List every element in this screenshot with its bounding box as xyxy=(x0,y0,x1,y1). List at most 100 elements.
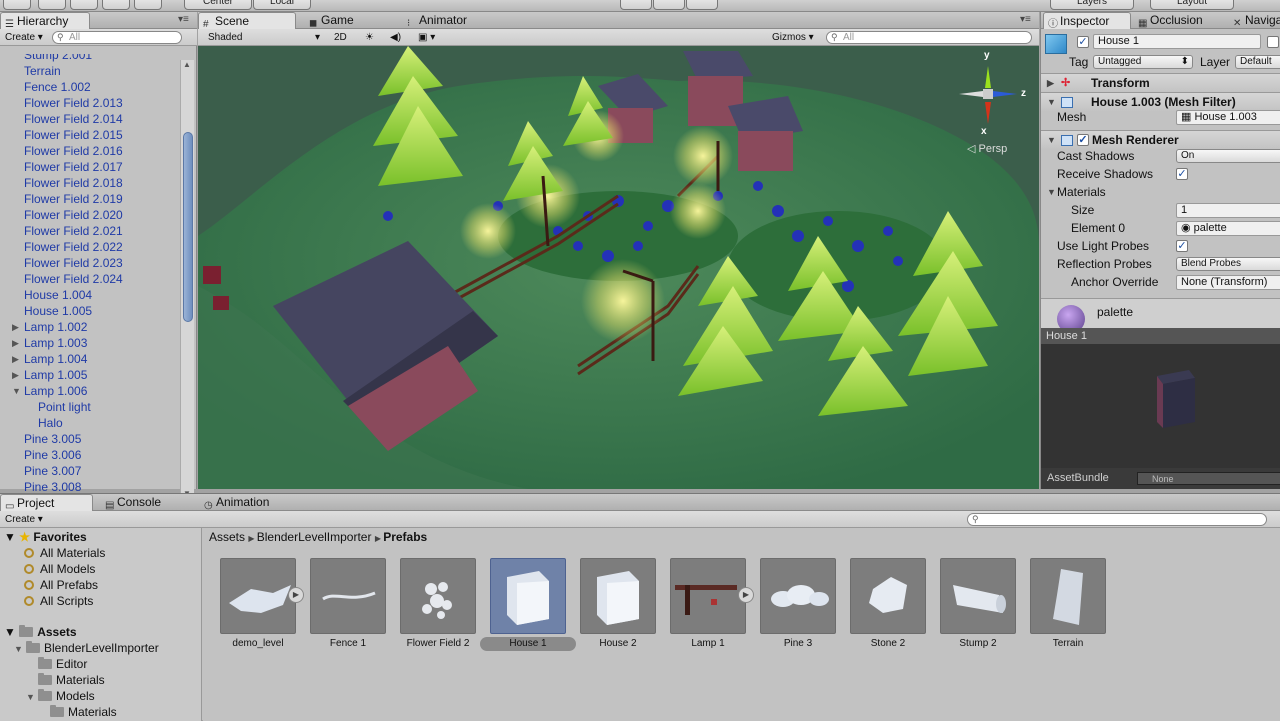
favorites-header[interactable]: ▼ ★ Favorites xyxy=(4,529,87,545)
hierarchy-item[interactable]: ▶ Lamp 1.005 xyxy=(12,367,87,383)
hierarchy-item[interactable]: Flower Field 2.024 xyxy=(24,271,123,287)
tab-inspector[interactable]: ⓘ Inspector xyxy=(1043,12,1131,30)
hierarchy-scrollbar[interactable]: ▲ ▼ xyxy=(180,60,194,498)
hierarchy-item[interactable]: Flower Field 2.013 xyxy=(24,95,123,111)
favorite-item[interactable]: All Prefabs xyxy=(24,577,98,593)
audio-toggle-icon[interactable]: ◀) xyxy=(390,31,401,44)
move-tool-button[interactable] xyxy=(38,0,66,10)
expand-arrow-icon[interactable]: ▶ xyxy=(12,319,19,335)
mesh-object-field[interactable]: ▦ House 1.003 xyxy=(1176,110,1280,125)
shading-mode-dropdown[interactable]: Shaded ▾ xyxy=(208,31,320,44)
hierarchy-item[interactable]: Flower Field 2.015 xyxy=(24,127,123,143)
2d-toggle[interactable]: 2D xyxy=(334,31,347,44)
favorite-item[interactable]: All Scripts xyxy=(24,593,93,609)
layers-dropdown[interactable]: Layers xyxy=(1050,0,1134,10)
collapse-arrow-icon[interactable]: ▼ xyxy=(12,383,21,399)
play-button[interactable] xyxy=(620,0,652,10)
folder-item[interactable]: Editor xyxy=(26,656,87,672)
folder-item[interactable]: ▼ BlenderLevelImporter xyxy=(14,640,159,656)
pause-button[interactable] xyxy=(653,0,685,10)
expand-subassets-icon[interactable]: ▶ xyxy=(288,587,304,603)
tab-console[interactable]: ▤ Console xyxy=(101,494,191,511)
scroll-up-icon[interactable]: ▲ xyxy=(183,60,191,69)
size-field[interactable]: 1 xyxy=(1176,203,1280,218)
projection-toggle[interactable]: ◁ Persp xyxy=(967,142,1007,155)
scale-tool-button[interactable] xyxy=(102,0,130,10)
hierarchy-item[interactable]: House 1.004 xyxy=(24,287,92,303)
tab-occlusion[interactable]: ▦ Occlusion xyxy=(1134,12,1229,29)
hierarchy-search-input[interactable]: ⚲ All xyxy=(52,31,182,44)
folder-item[interactable]: Materials xyxy=(38,704,117,720)
hierarchy-item[interactable]: Flower Field 2.021 xyxy=(24,223,123,239)
hierarchy-item[interactable]: Pine 3.006 xyxy=(24,447,81,463)
breadcrumb-current[interactable]: Prefabs xyxy=(383,530,427,544)
scrollbar-thumb[interactable] xyxy=(183,132,193,322)
tab-game[interactable]: ◼ Game xyxy=(305,12,385,29)
preview-pane[interactable]: House 1 xyxy=(1041,328,1280,477)
hierarchy-item[interactable]: Point light xyxy=(38,399,91,415)
asset-thumbnail-terrain-icon[interactable] xyxy=(1030,558,1106,634)
panel-menu-icon[interactable]: ▾≡ xyxy=(1020,14,1031,25)
hierarchy-item[interactable]: ▶ Lamp 1.002 xyxy=(12,319,87,335)
gizmos-dropdown[interactable]: Gizmos ▾ xyxy=(772,31,814,44)
hierarchy-item[interactable]: Fence 1.002 xyxy=(24,79,91,95)
hierarchy-item[interactable]: Terrain xyxy=(24,63,61,79)
expand-subassets-icon[interactable]: ▶ xyxy=(738,587,754,603)
expand-arrow-icon[interactable]: ▶ xyxy=(12,351,19,367)
hierarchy-item[interactable]: Flower Field 2.020 xyxy=(24,207,123,223)
project-search-input[interactable]: ⚲ xyxy=(967,513,1267,526)
space-toggle[interactable]: Local xyxy=(253,0,311,10)
effects-toggle-icon[interactable]: ▣ ▾ xyxy=(418,31,435,44)
material-header[interactable]: palette xyxy=(1041,298,1280,333)
hierarchy-item[interactable]: Stump 2.001 xyxy=(24,54,92,63)
collapse-arrow-icon[interactable]: ▼ xyxy=(14,641,26,657)
reflection-probes-dropdown[interactable]: Blend Probes xyxy=(1176,257,1280,271)
layer-dropdown[interactable]: Default xyxy=(1235,55,1280,69)
asset-thumbnail-house-icon[interactable] xyxy=(580,558,656,634)
tab-animator[interactable]: ⁝ Animator xyxy=(403,12,503,29)
breadcrumb-item[interactable]: BlenderLevelImporter xyxy=(257,530,372,544)
pivot-toggle[interactable]: Center xyxy=(184,0,252,10)
materials-row[interactable]: ▼ Materials xyxy=(1041,183,1280,201)
asset-thumbnail-pine-icon[interactable] xyxy=(760,558,836,634)
static-checkbox[interactable]: ✓ xyxy=(1267,36,1279,48)
hand-tool-button[interactable] xyxy=(3,0,31,10)
favorite-item[interactable]: All Models xyxy=(24,561,95,577)
hierarchy-item[interactable]: ▶ Lamp 1.004 xyxy=(12,351,87,367)
asset-thumbnail-fence-icon[interactable] xyxy=(310,558,386,634)
asset-thumbnail-stone-icon[interactable] xyxy=(850,558,926,634)
asset-thumbnail-terrain-mesh-icon[interactable] xyxy=(220,558,296,634)
hierarchy-item[interactable]: ▶ Lamp 1.003 xyxy=(12,335,87,351)
hierarchy-item[interactable]: Flower Field 2.023 xyxy=(24,255,123,271)
asset-thumbnail-stump-icon[interactable] xyxy=(940,558,1016,634)
scene-search-input[interactable]: ⚲ All xyxy=(826,31,1032,44)
hierarchy-item[interactable]: Flower Field 2.022 xyxy=(24,239,123,255)
folder-item[interactable]: Materials xyxy=(26,672,105,688)
object-name-field[interactable]: House 1 xyxy=(1093,34,1261,49)
create-dropdown[interactable]: Create ▾ xyxy=(5,31,43,44)
element0-object-field[interactable]: ◉ palette xyxy=(1176,221,1280,236)
hierarchy-item[interactable]: Flower Field 2.017 xyxy=(24,159,123,175)
tab-project[interactable]: ▭ Project xyxy=(0,494,93,512)
tab-hierarchy[interactable]: ☰ Hierarchy xyxy=(0,12,90,30)
tab-animation[interactable]: ◷ Animation xyxy=(200,494,300,511)
assets-root[interactable]: ▼ Assets xyxy=(4,624,77,640)
hierarchy-item[interactable]: Flower Field 2.018 xyxy=(24,175,123,191)
lighting-toggle-icon[interactable]: ☀ xyxy=(365,31,374,44)
tag-dropdown[interactable]: Untagged ⬍ xyxy=(1093,55,1193,69)
layout-dropdown[interactable]: Layout xyxy=(1150,0,1234,10)
create-dropdown[interactable]: Create ▾ xyxy=(5,513,43,526)
favorite-item[interactable]: All Materials xyxy=(24,545,105,561)
panel-menu-icon[interactable]: ▾≡ xyxy=(178,14,189,25)
anchor-override-field[interactable]: None (Transform) xyxy=(1176,275,1280,290)
hierarchy-item[interactable]: Flower Field 2.016 xyxy=(24,143,123,159)
asset-thumbnail-house-icon[interactable] xyxy=(490,558,566,634)
expand-arrow-icon[interactable]: ▶ xyxy=(12,367,19,383)
folder-item[interactable]: ▼ Models xyxy=(26,688,95,704)
hierarchy-item[interactable]: House 1.005 xyxy=(24,303,92,319)
light-probes-checkbox[interactable]: ✓ xyxy=(1176,240,1188,252)
scene-viewport[interactable]: y z x ◁ Persp xyxy=(198,46,1039,489)
collapse-arrow-icon[interactable]: ▼ xyxy=(26,689,38,705)
assetbundle-dropdown[interactable]: None xyxy=(1137,472,1280,485)
expand-arrow-icon[interactable]: ▶ xyxy=(12,335,19,351)
